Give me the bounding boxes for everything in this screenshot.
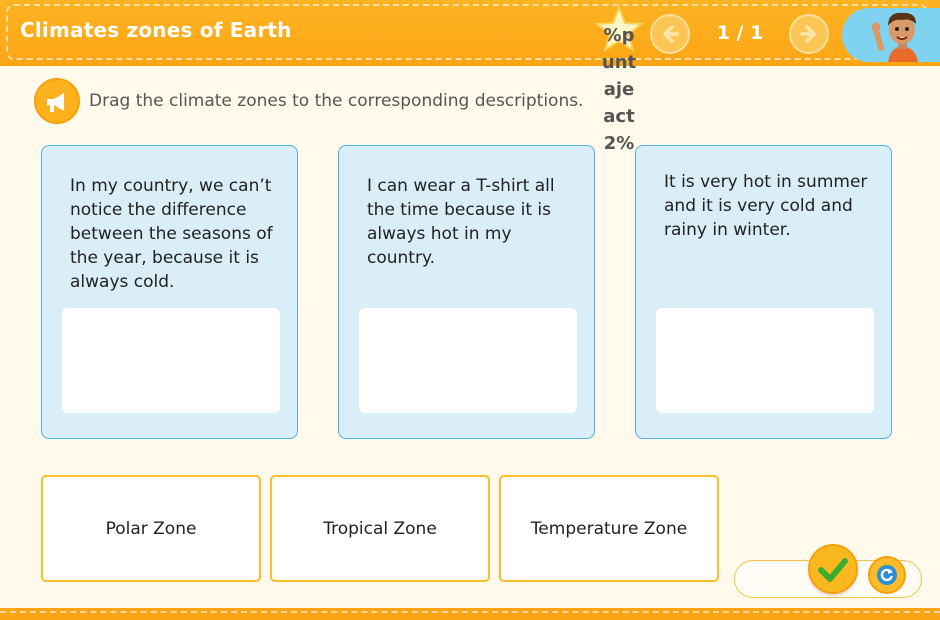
score-line: aje: [603, 79, 635, 100]
checkmark-icon: [818, 558, 848, 582]
avatar-panel: [842, 8, 940, 62]
option-label: Tropical Zone: [323, 518, 437, 539]
score-line: %p: [603, 25, 635, 46]
drop-zone[interactable]: [359, 308, 577, 413]
description-card: In my country, we can’t notice the diffe…: [41, 145, 298, 439]
description-card: It is very hot in summer and it is very …: [635, 145, 892, 439]
draggable-option-polar[interactable]: Polar Zone: [41, 475, 261, 582]
score-line: 2%: [603, 133, 635, 154]
description-text: It is very hot in summer and it is very …: [664, 172, 868, 240]
arrow-left-icon: [663, 25, 679, 43]
arrow-right-icon: [800, 25, 816, 43]
draggable-option-tropical[interactable]: Tropical Zone: [270, 475, 490, 582]
footer-bar: [0, 608, 940, 620]
previous-button[interactable]: [650, 14, 690, 54]
next-button[interactable]: [789, 14, 829, 54]
option-label: Temperature Zone: [530, 518, 688, 539]
option-label: Polar Zone: [105, 518, 197, 539]
score-display: %p unt aje act 2%: [598, 22, 640, 157]
reset-button[interactable]: [868, 556, 906, 594]
page-counter: 1 / 1: [716, 22, 764, 44]
reset-icon: [877, 565, 897, 585]
megaphone-icon: [47, 93, 64, 112]
description-text: I can wear a T-shirt all the time becaus…: [367, 176, 555, 268]
drop-zone[interactable]: [656, 308, 874, 413]
footer-border: [0, 611, 940, 613]
page-title: Climates zones of Earth: [20, 18, 292, 42]
boy-waving-avatar: [872, 12, 918, 62]
score-line: act: [603, 106, 635, 127]
audio-instruction-button[interactable]: [34, 78, 80, 124]
draggable-option-temperature[interactable]: Temperature Zone: [499, 475, 719, 582]
instruction-text: Drag the climate zones to the correspond…: [89, 91, 584, 111]
header-bar: Climates zones of Earth %p unt aje act 2…: [0, 0, 940, 154]
drop-zone[interactable]: [62, 308, 280, 413]
score-line: unt: [601, 52, 637, 73]
check-answer-button[interactable]: [808, 544, 858, 594]
description-card: I can wear a T-shirt all the time becaus…: [338, 145, 595, 439]
description-text: In my country, we can’t notice the diffe…: [70, 176, 273, 292]
